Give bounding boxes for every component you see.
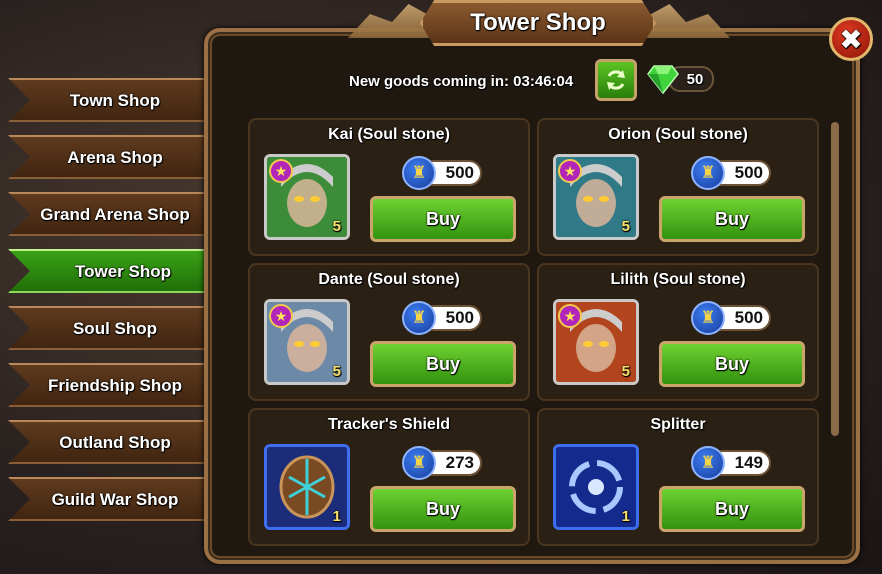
close-button[interactable]: ✖ [829,17,873,61]
tab-label: Tower Shop [74,262,171,281]
close-icon: ✖ [839,23,863,55]
item-price: 149 [734,453,763,472]
star-icon: ★ [269,159,293,183]
item-name: Splitter [650,416,706,433]
tab-label: Grand Arena Shop [40,205,190,224]
buy-label: Buy [425,353,460,374]
item-price: 500 [445,308,474,327]
star-icon: ★ [558,304,582,328]
item-quantity: 5 [621,218,630,235]
star-icon: ★ [269,304,293,328]
item-price: 273 [445,453,474,472]
shop-item-card: Splitter 1 149 ♜ Buy [537,408,819,546]
tab-outland-shop[interactable]: Outland Shop [8,420,208,464]
tab-grand-arena-shop[interactable]: Grand Arena Shop [8,192,208,236]
shop-item-card: Orion (Soul stone) ★ 5 500 ♜ Buy [537,118,819,256]
tower-coin-icon: ♜ [691,446,725,480]
tab-label: Outland Shop [59,433,171,452]
tab-label: Soul Shop [72,319,158,338]
item-name: Tracker's Shield [327,416,451,433]
tab-arena-shop[interactable]: Arena Shop [8,135,208,179]
tab-guild-war-shop[interactable]: Guild War Shop [8,477,208,521]
tab-town-shop[interactable]: Town Shop [8,78,208,122]
item-quantity: 5 [332,363,341,380]
buy-button[interactable]: Buy [659,486,805,532]
tab-tower-shop[interactable]: Tower Shop [8,249,224,293]
item-quantity: 1 [332,508,341,525]
refresh-button[interactable] [595,59,637,101]
gem-count: 50 [686,70,704,88]
item-quantity: 5 [621,363,630,380]
buy-button[interactable]: Buy [370,486,516,532]
tower-coin-icon: ♜ [691,301,725,335]
item-name: Dante (Soul stone) [318,271,460,288]
star-icon: ★ [558,159,582,183]
tower-coin-icon: ♜ [402,446,436,480]
tab-friendship-shop[interactable]: Friendship Shop [8,363,208,407]
buy-button[interactable]: Buy [370,196,516,242]
item-name: Orion (Soul stone) [608,126,748,143]
buy-button[interactable]: Buy [370,341,516,387]
item-portrait[interactable]: ★ 5 [264,299,350,385]
tab-label: Guild War Shop [51,490,179,509]
tab-soul-shop[interactable]: Soul Shop [8,306,208,350]
buy-button[interactable]: Buy [659,196,805,242]
item-price: 500 [734,163,763,182]
item-portrait[interactable]: ★ 5 [264,154,350,240]
timer-label: New goods coming in: [349,72,509,90]
item-portrait[interactable]: 1 [553,444,639,530]
window-title: Tower Shop [420,0,656,46]
item-quantity: 5 [332,218,341,235]
shop-item-card: Kai (Soul stone) ★ 5 500 ♜ Buy [248,118,530,256]
buy-button[interactable]: Buy [659,341,805,387]
tower-coin-icon: ♜ [691,156,725,190]
buy-label: Buy [714,353,749,374]
shop-item-card: Lilith (Soul stone) ★ 5 500 ♜ Buy [537,263,819,401]
buy-label: Buy [425,498,460,519]
item-price: 500 [445,163,474,182]
tab-label: Friendship Shop [47,376,183,395]
shop-item-card: Tracker's Shield 1 273 ♜ Buy [248,408,530,546]
item-quantity: 1 [621,508,630,525]
timer-value: 03:46:04 [513,72,574,90]
item-price: 500 [734,308,763,327]
shop-item-card: Dante (Soul stone) ★ 5 500 ♜ Buy [248,263,530,401]
item-portrait[interactable]: ★ 5 [553,299,639,385]
tower-coin-icon: ♜ [402,156,436,190]
tower-coin-icon: ♜ [402,301,436,335]
tab-label: Town Shop [69,91,161,110]
item-name: Kai (Soul stone) [328,126,450,143]
item-name: Lilith (Soul stone) [610,271,746,288]
buy-label: Buy [714,208,749,229]
refresh-icon [607,70,625,90]
item-portrait[interactable]: 1 [264,444,350,530]
buy-label: Buy [714,498,749,519]
emerald-gem-icon [647,65,679,95]
restock-timer: New goods coming in: 03:46:04 [349,69,573,93]
scrollbar[interactable] [831,122,839,436]
buy-label: Buy [425,208,460,229]
tab-label: Arena Shop [67,148,163,167]
item-portrait[interactable]: ★ 5 [553,154,639,240]
